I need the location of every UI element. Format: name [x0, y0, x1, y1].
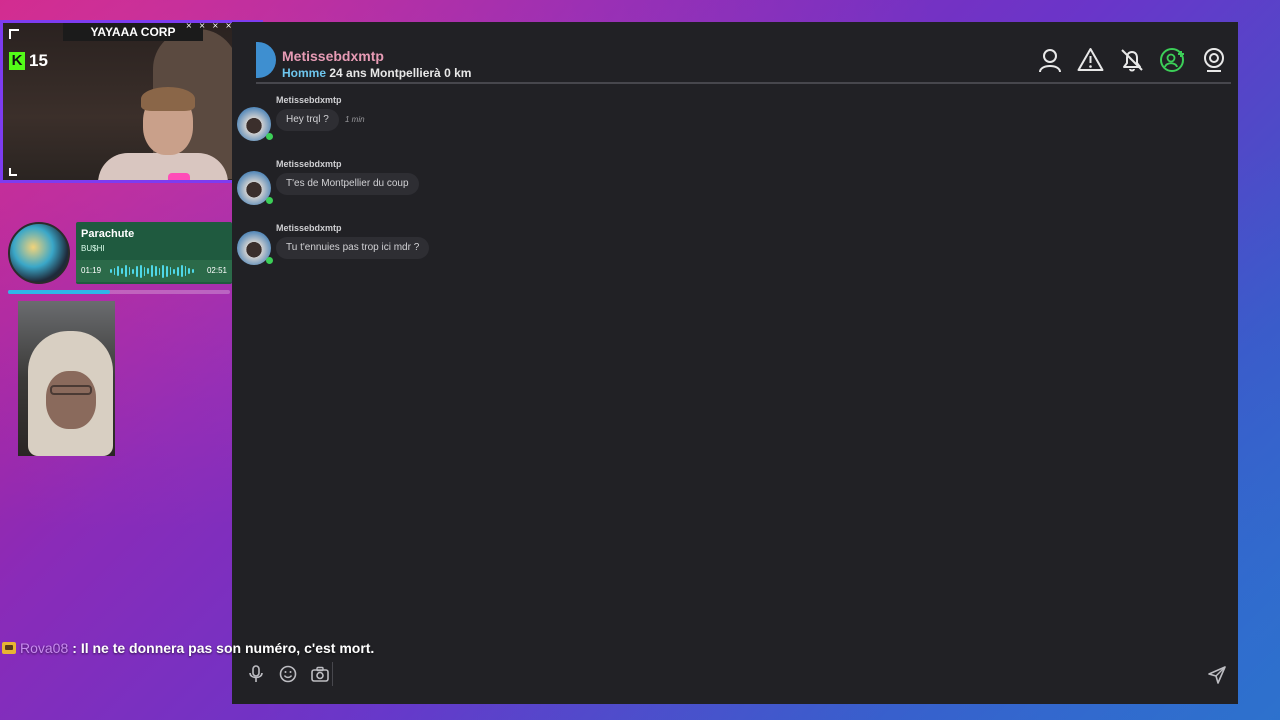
- microphone-icon[interactable]: [246, 664, 266, 684]
- report-icon[interactable]: [1077, 46, 1104, 73]
- online-indicator-icon: [266, 197, 273, 204]
- corner-frame-icon: [9, 29, 19, 39]
- crown-icon: [2, 642, 16, 654]
- track-duration: 02:51: [206, 266, 227, 275]
- stream-chat-username: Rova08: [20, 640, 69, 656]
- partner-glasses: [50, 385, 92, 395]
- waveform-bar: [143, 266, 146, 276]
- online-indicator-icon: [266, 257, 273, 264]
- send-icon[interactable]: [1206, 664, 1228, 686]
- stream-banner: YAYAAA CORP: [63, 23, 203, 41]
- waveform-bar: [162, 264, 165, 278]
- track-title: Parachute: [81, 228, 135, 240]
- message-time: 1 min: [345, 115, 365, 124]
- contact-details: Homme 24 ans Montpellierà 0 km: [282, 66, 471, 80]
- chat-window: Metissebdxmtp Homme 24 ans Montpellierà …: [232, 22, 1238, 704]
- waveform-bar: [184, 266, 187, 276]
- waveform-bar: [188, 268, 191, 274]
- waveform-bar: [151, 265, 153, 277]
- waveform-bar: [192, 269, 194, 273]
- waveform-bar: [124, 265, 127, 277]
- music-widget: Parachute BU$HI 01:19 02:51: [8, 222, 232, 296]
- waveform-bar: [136, 265, 138, 277]
- corner-frame-icon: [9, 168, 17, 176]
- waveform-bar: [166, 265, 168, 277]
- album-cover: [8, 222, 70, 284]
- waveform-bar: [173, 268, 176, 274]
- contact-age-location: 24 ans Montpellierà 0 km: [329, 66, 472, 80]
- waveform-bar: [147, 268, 150, 274]
- waveform-bar: [169, 267, 172, 275]
- partner-webcam: [18, 301, 115, 456]
- waveform-bar: [113, 267, 116, 275]
- kick-badge: K 15: [9, 51, 48, 71]
- waveform-bar: [117, 266, 120, 276]
- message-item: Metissebdxmtp Tu t'ennuies pas trop ici …: [232, 223, 632, 283]
- track-progress: [8, 290, 230, 294]
- emoji-icon[interactable]: [278, 664, 298, 684]
- add-friend-icon[interactable]: [1159, 46, 1186, 73]
- webcam-person-hair: [141, 87, 195, 111]
- stream-chat-message: Rova08 : Il ne te donnera pas son numéro…: [2, 638, 374, 658]
- message-author: Metissebdxmtp: [276, 95, 342, 105]
- input-actions: [246, 664, 330, 684]
- waveform-bar: [177, 266, 179, 276]
- header-actions: [1036, 46, 1227, 73]
- waveform-bar: [139, 264, 142, 278]
- webcam-person-body: [98, 153, 228, 180]
- webcam-microphone: [168, 173, 190, 180]
- webcam-icon[interactable]: [1200, 46, 1227, 73]
- waveform-bar: [158, 267, 161, 275]
- waveform-bar: [121, 268, 123, 274]
- input-field[interactable]: [332, 662, 333, 686]
- kick-logo-icon: K: [9, 52, 25, 70]
- message-bubble: Tu t'ennuies pas trop ici mdr ?: [276, 237, 430, 259]
- message-avatar[interactable]: [237, 231, 273, 265]
- music-panel: Parachute BU$HI 01:19 02:51: [76, 222, 232, 284]
- message-avatar[interactable]: [237, 171, 273, 205]
- message-author: Metissebdxmtp: [276, 159, 342, 169]
- mute-notifications-icon[interactable]: [1118, 46, 1145, 73]
- online-indicator-icon: [266, 133, 273, 140]
- message-item: Metissebdxmtp T'es de Montpellier du cou…: [232, 159, 632, 219]
- waveform-bar: [180, 265, 183, 277]
- message-bubble: Hey trql ?: [276, 109, 339, 131]
- stream-chat-text: : Il ne te donnera pas son numéro, c'est…: [72, 640, 375, 656]
- message-author: Metissebdxmtp: [276, 223, 342, 233]
- waveform-bar: [154, 266, 157, 276]
- message-avatar[interactable]: [237, 107, 273, 141]
- decoration-x-icon: × × × ×: [185, 21, 234, 30]
- waveform-bar: [110, 269, 112, 273]
- contact-avatar[interactable]: [256, 42, 276, 78]
- contact-gender: Homme: [282, 66, 327, 80]
- streamer-webcam: YAYAAA CORP × × × × K 15: [0, 20, 263, 183]
- waveform-bar: [128, 267, 131, 275]
- track-progress-fill: [8, 290, 111, 294]
- waveform-bar: [132, 268, 135, 274]
- chat-header: Metissebdxmtp Homme 24 ans Montpellierà …: [256, 42, 1231, 84]
- track-artist: BU$HI: [81, 244, 105, 253]
- message-item: Metissebdxmtp Hey trql ? 1 min: [232, 95, 632, 155]
- message-input-bar: [232, 656, 1238, 692]
- kick-count: 15: [29, 51, 48, 70]
- contact-name[interactable]: Metissebdxmtp: [282, 48, 384, 64]
- partner-face: [46, 371, 96, 429]
- track-elapsed: 01:19: [81, 266, 102, 275]
- camera-icon[interactable]: [310, 664, 330, 684]
- message-bubble: T'es de Montpellier du coup: [276, 173, 419, 195]
- profile-icon[interactable]: [1036, 46, 1063, 73]
- audio-waveform-icon: [110, 264, 194, 278]
